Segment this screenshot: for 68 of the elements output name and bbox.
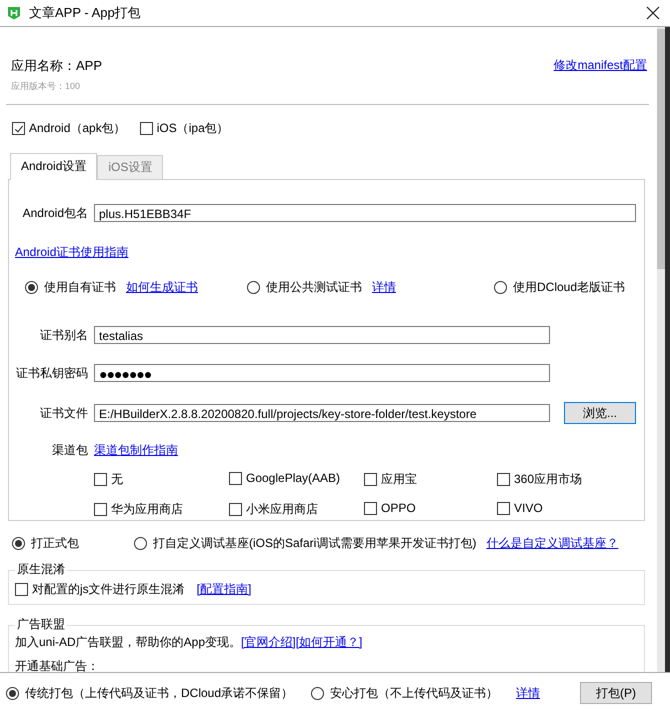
password-field[interactable]: ●●●●●●● xyxy=(94,364,550,382)
package-name-field[interactable]: plus.H51EBB34F xyxy=(94,204,636,222)
pack-details-link[interactable]: 详情 xyxy=(516,684,540,702)
build-type-radio[interactable] xyxy=(134,537,147,550)
checkbox-label: OPPO xyxy=(381,501,416,515)
group-title: 广告联盟 xyxy=(15,616,67,633)
config-guide-link[interactable]: [配置指南] xyxy=(196,581,252,598)
radio-label: 传统打包（上传代码及证书，DCloud承诺不保留） xyxy=(25,684,294,702)
checkbox-label: iOS（ipa包） xyxy=(156,120,229,137)
checkbox-label: VIVO xyxy=(514,501,543,515)
radio-label: 使用公共测试证书 xyxy=(266,279,362,296)
cert-help-link[interactable]: 详情 xyxy=(372,279,396,296)
tab[interactable]: Android设置 xyxy=(10,153,98,180)
field-label: Android包名 xyxy=(22,204,88,222)
cert-radio[interactable] xyxy=(25,281,38,294)
channel-checkbox[interactable] xyxy=(94,473,107,486)
app-version: 应用版本号：100 xyxy=(11,80,82,93)
channel-checkbox[interactable] xyxy=(229,503,242,516)
field-label: 证书私钥密码 xyxy=(15,364,88,382)
pack-button[interactable]: 打包(P) xyxy=(580,682,652,704)
checkbox-label: Android（apk包） xyxy=(29,120,126,137)
channel-checkbox[interactable] xyxy=(497,502,510,514)
radio-label: 使用自有证书 xyxy=(44,279,116,296)
ad-subtitle: 开通基础广告： xyxy=(15,658,100,672)
channel-checkbox[interactable] xyxy=(364,473,377,486)
platform-checkbox[interactable] xyxy=(140,122,153,135)
channel-checkbox[interactable] xyxy=(94,503,107,516)
manifest-link[interactable]: 修改manifest配置 xyxy=(554,57,647,74)
app-name: 应用名称：APP xyxy=(11,57,102,75)
channel-guide-link[interactable]: 渠道包制作指南 xyxy=(94,442,178,459)
obfuscation-checkbox[interactable] xyxy=(15,583,28,596)
tab[interactable]: iOS设置 xyxy=(97,155,164,179)
app-logo-icon xyxy=(7,6,21,20)
ad-info-link[interactable]: [如何开通？] xyxy=(296,634,362,651)
platform-checkbox[interactable] xyxy=(12,122,25,135)
radio-label: 安心打包（不上传代码及证书） xyxy=(330,684,498,702)
radio-label: 使用DCloud老版证书 xyxy=(513,279,626,296)
scrollbar[interactable] xyxy=(657,27,665,672)
cert-guide-link[interactable]: Android证书使用指南 xyxy=(15,245,128,259)
debug-base-link[interactable]: 什么是自定义调试基座？ xyxy=(486,535,618,552)
channel-checkbox[interactable] xyxy=(497,473,510,486)
ad-info-link[interactable]: [官网介绍] xyxy=(241,634,296,651)
checkbox-label: 对配置的js文件进行原生混淆 xyxy=(32,581,185,598)
cert-radio[interactable] xyxy=(247,281,260,294)
build-type-radio[interactable] xyxy=(12,537,25,550)
window-title: 文章APP - App打包 xyxy=(29,4,142,22)
browse-button[interactable]: 浏览... xyxy=(564,402,636,424)
pack-mode-radio[interactable] xyxy=(311,686,324,700)
checkbox-label: 华为应用商店 xyxy=(111,501,183,518)
pack-mode-radio[interactable] xyxy=(6,686,19,700)
ad-description: 加入uni-AD广告联盟，帮助你的App变现。 xyxy=(15,634,242,651)
channel-checkbox[interactable] xyxy=(229,472,242,484)
cert-radio[interactable] xyxy=(494,281,507,294)
checkbox-label: 360应用市场 xyxy=(514,471,582,488)
channel-checkbox[interactable] xyxy=(364,502,377,514)
checkbox-label: 小米应用商店 xyxy=(246,501,318,518)
checkbox-label: GooglePlay(AAB) xyxy=(246,471,340,485)
radio-label: 打正式包 xyxy=(31,535,79,552)
file-path-field[interactable]: E:/HBuilderX.2.8.8.20200820.full/projects/key-store-folder/test.keystore xyxy=(94,404,550,422)
field-label: 证书别名 xyxy=(39,326,88,344)
cert-help-link[interactable]: 如何生成证书 xyxy=(126,279,198,296)
checkbox-label: 应用宝 xyxy=(381,471,417,488)
close-icon[interactable] xyxy=(646,6,660,20)
radio-label: 打自定义调试基座(iOS的Safari调试需要用苹果开发证书打包) xyxy=(153,535,476,552)
checkbox-label: 无 xyxy=(111,471,123,488)
field-label: 渠道包 xyxy=(51,442,88,459)
alias-field[interactable]: testalias xyxy=(94,326,550,344)
field-label: 证书文件 xyxy=(39,404,88,422)
